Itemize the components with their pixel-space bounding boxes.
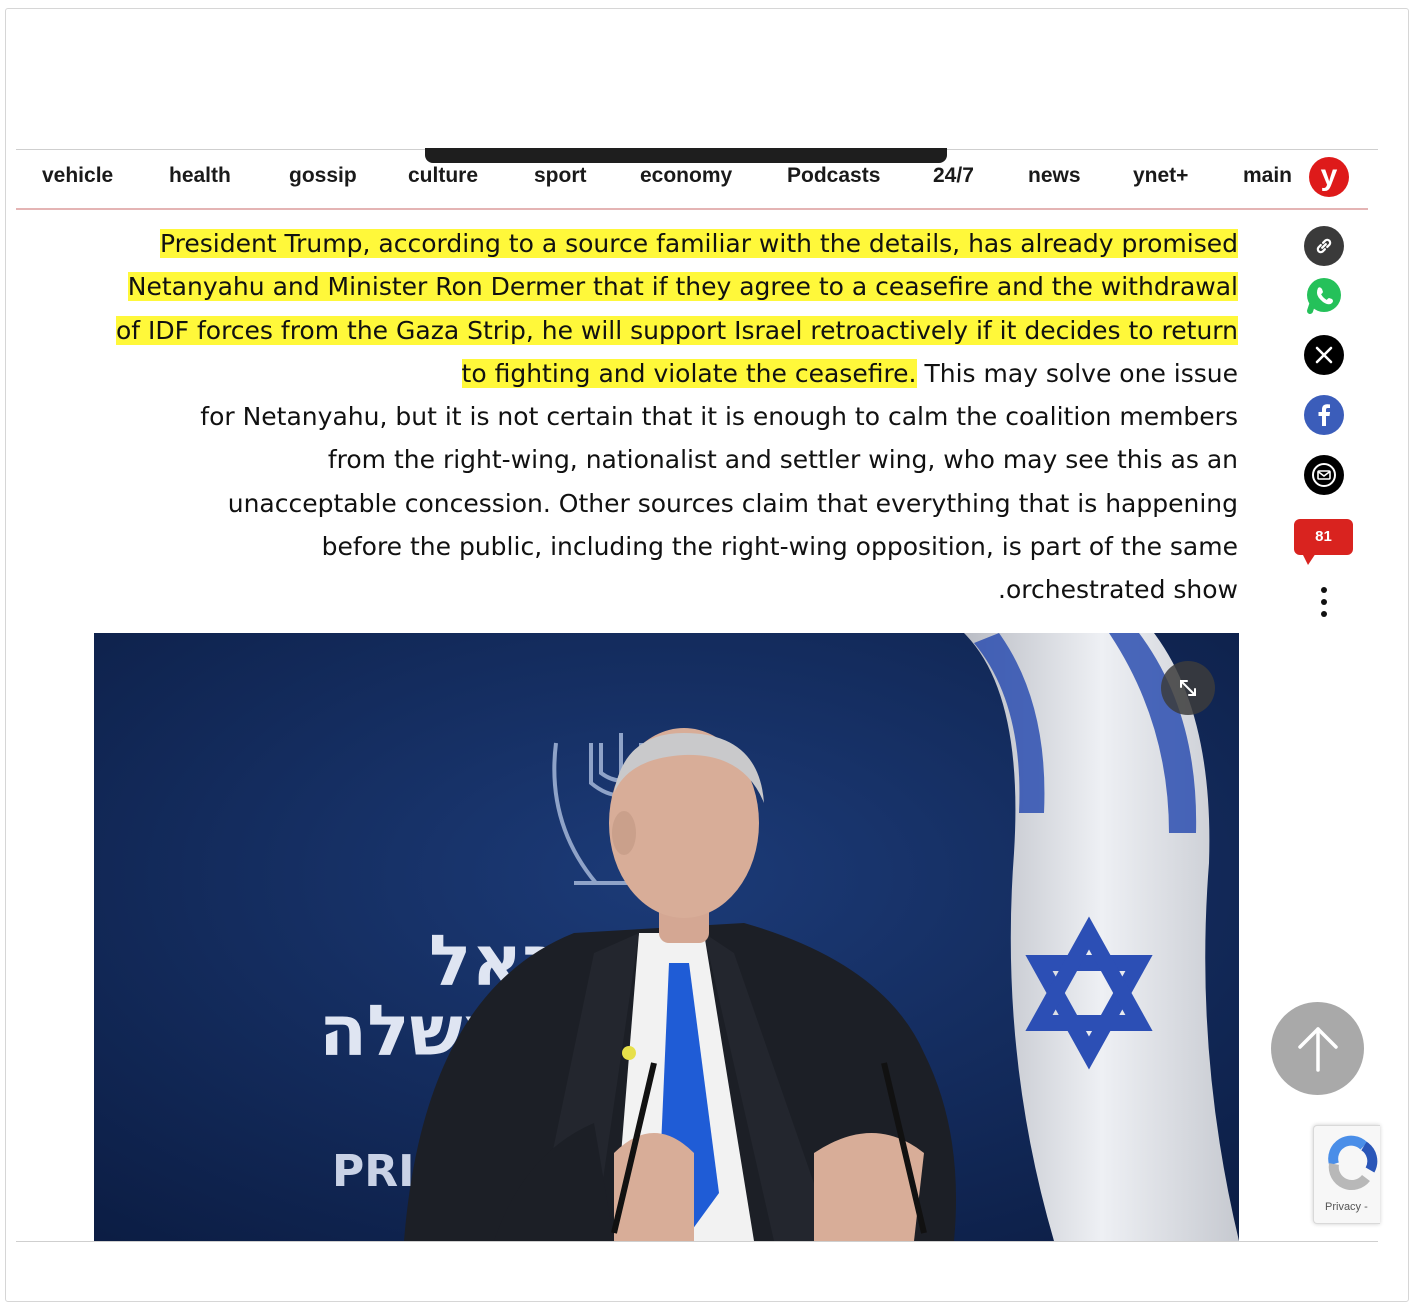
nav-item-24-7[interactable]: 24/7	[933, 164, 974, 188]
article-text: .orchestrated show	[998, 575, 1238, 605]
nav-divider	[16, 208, 1368, 210]
x-share-button[interactable]	[1304, 335, 1344, 375]
nav-item-economy[interactable]: economy	[640, 164, 732, 188]
expand-icon	[1180, 680, 1196, 696]
recaptcha-badge[interactable]: Privacy -	[1313, 1125, 1380, 1224]
main-nav: vehicle health gossip culture sport econ…	[16, 159, 1368, 201]
article-text: This may solve one issue	[916, 358, 1238, 388]
nav-item-vehicle[interactable]: vehicle	[42, 164, 113, 188]
kebab-dot	[1321, 611, 1327, 617]
nav-item-podcasts[interactable]: Podcasts	[787, 164, 880, 188]
mail-icon	[1312, 463, 1336, 487]
article-text: from the right-wing, nationalist and set…	[327, 445, 1238, 475]
article-photo[interactable]: ישראל ממשלה PRIM	[94, 633, 1239, 1241]
arrow-up-icon	[1297, 1026, 1338, 1072]
article-text: unacceptable concession. Other sources c…	[227, 488, 1238, 518]
nav-item-ynet-plus[interactable]: ynet+	[1133, 164, 1188, 188]
nav-item-gossip[interactable]: gossip	[289, 164, 357, 188]
comments-button[interactable]: 81	[1294, 519, 1353, 555]
nav-item-culture[interactable]: culture	[408, 164, 478, 188]
whatsapp-icon	[1307, 278, 1341, 314]
facebook-icon	[1318, 404, 1331, 426]
kebab-dot	[1321, 599, 1327, 605]
scroll-to-top-button[interactable]	[1271, 1002, 1364, 1095]
link-icon	[1316, 238, 1332, 254]
comment-bubble-tail	[1302, 553, 1316, 565]
ynet-logo[interactable]: y	[1309, 157, 1349, 197]
kebab-dot	[1321, 587, 1327, 593]
article-body: President Trump, according to a source f…	[96, 222, 1238, 612]
nav-item-health[interactable]: health	[169, 164, 231, 188]
facebook-share-button[interactable]	[1304, 395, 1344, 435]
nav-item-sport[interactable]: sport	[534, 164, 587, 188]
copy-link-button[interactable]	[1304, 226, 1344, 266]
recaptcha-privacy-link[interactable]: Privacy -	[1325, 1201, 1368, 1213]
recaptcha-icon	[1328, 1135, 1378, 1190]
nav-item-news[interactable]: news	[1028, 164, 1081, 188]
article-text: before the public, including the right-w…	[321, 532, 1238, 562]
nav-item-main[interactable]: main	[1243, 164, 1292, 188]
article-text: for Netanyahu, but it is not certain tha…	[200, 402, 1238, 432]
expand-image-button[interactable]	[1161, 661, 1215, 715]
whatsapp-share-button[interactable]	[1304, 275, 1344, 315]
viewport-bottom-line	[16, 1241, 1378, 1242]
x-icon	[1315, 346, 1333, 364]
more-options-button[interactable]	[1316, 587, 1332, 627]
email-share-button[interactable]	[1304, 455, 1344, 495]
photo-illustration: ישראל ממשלה PRIM	[94, 633, 1239, 1241]
